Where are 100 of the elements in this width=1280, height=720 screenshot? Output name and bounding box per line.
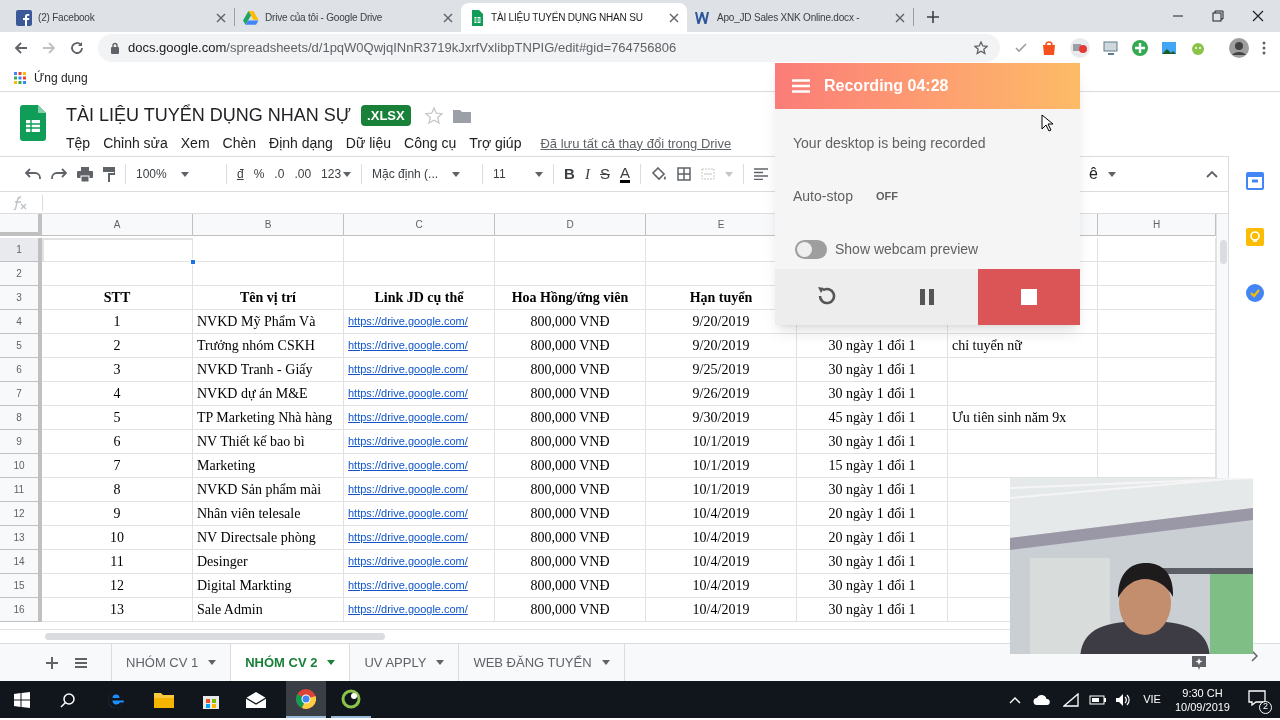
table-cell[interactable]: 15 ngày 1 đổi 1 [797, 454, 948, 478]
table-cell[interactable]: 9 [42, 502, 193, 526]
table-cell[interactable]: NV Directsale phòng [193, 526, 344, 550]
column-header[interactable]: C [344, 214, 495, 236]
table-cell[interactable]: 800,000 VNĐ [495, 502, 646, 526]
format-button[interactable]: % [253, 165, 265, 183]
table-cell[interactable]: 800,000 VNĐ [495, 574, 646, 598]
number-format-dropdown[interactable]: 123 [321, 165, 352, 183]
table-cell[interactable]: 800,000 VNĐ [495, 310, 646, 334]
table-cell[interactable]: Trưởng nhóm CSKH [193, 334, 344, 358]
link-cell[interactable]: https://drive.google.com/ [344, 574, 495, 598]
table-cell[interactable]: 800,000 VNĐ [495, 406, 646, 430]
row-header[interactable]: 1 [0, 238, 42, 262]
auto-stop-value[interactable]: OFF [875, 188, 898, 205]
table-cell[interactable]: 10/4/2019 [646, 550, 797, 574]
table-cell[interactable]: 30 ngày 1 đổi 1 [797, 358, 948, 382]
link-cell[interactable]: https://drive.google.com/ [344, 310, 495, 334]
style-button[interactable]: S [599, 162, 610, 186]
table-cell[interactable]: 30 ngày 1 đổi 1 [797, 478, 948, 502]
table-cell[interactable]: 12 [42, 574, 193, 598]
row-header[interactable]: 16 [0, 598, 42, 622]
table-cell[interactable]: Nhân viên telesale [193, 502, 344, 526]
row-header[interactable]: 2 [0, 262, 42, 286]
table-cell[interactable]: 10/4/2019 [646, 502, 797, 526]
table-cell[interactable]: 30 ngày 1 đổi 1 [797, 574, 948, 598]
header-cell[interactable]: STT [42, 286, 193, 310]
link-cell[interactable]: https://drive.google.com/ [344, 358, 495, 382]
table-cell[interactable]: 30 ngày 1 đổi 1 [797, 430, 948, 454]
style-button[interactable]: B [564, 162, 575, 186]
table-cell[interactable]: NV Thiết kế bao bì [193, 430, 344, 454]
menu-item[interactable]: Xem [180, 133, 210, 154]
row-header[interactable]: 4 [0, 310, 42, 334]
menu-item[interactable]: Tệp [66, 133, 91, 154]
link-cell[interactable]: https://drive.google.com/ [344, 478, 495, 502]
bookmark-link[interactable]: Ứng dụng [34, 68, 88, 87]
column-header[interactable]: D [495, 214, 646, 236]
link-cell[interactable]: https://drive.google.com/ [344, 406, 495, 430]
table-cell[interactable]: 20 ngày 1 đổi 1 [797, 502, 948, 526]
table-cell[interactable]: 30 ngày 1 đổi 1 [797, 550, 948, 574]
table-cell[interactable]: Digital Markting [193, 574, 344, 598]
table-cell[interactable]: 30 ngày 1 đổi 1 [797, 382, 948, 406]
style-button[interactable]: A [619, 165, 630, 183]
table-cell[interactable]: 800,000 VNĐ [495, 478, 646, 502]
toolbar-dropdown[interactable]: ê [1089, 162, 1116, 186]
table-cell[interactable]: 800,000 VNĐ [495, 598, 646, 622]
table-cell[interactable]: 10 [42, 526, 193, 550]
row-header[interactable]: 7 [0, 382, 42, 406]
link-cell[interactable]: https://drive.google.com/ [344, 526, 495, 550]
menu-item[interactable]: Công cụ [404, 133, 457, 154]
clock-date[interactable]: 10/09/2019 [1174, 699, 1230, 714]
row-header[interactable]: 13 [0, 526, 42, 550]
row-header[interactable]: 12 [0, 502, 42, 526]
table-cell[interactable]: NVKD Mỹ Phẩm Và [193, 310, 344, 334]
table-cell[interactable]: 9/25/2019 [646, 358, 797, 382]
table-cell[interactable]: 800,000 VNĐ [495, 550, 646, 574]
table-cell[interactable]: Ưu tiên sinh năm 9x [948, 406, 1098, 430]
row-header[interactable]: 9 [0, 430, 42, 454]
table-cell[interactable]: 11 [42, 550, 193, 574]
row-header[interactable]: 5 [0, 334, 42, 358]
table-cell[interactable]: NVKD Tranh - Giấy [193, 358, 344, 382]
table-cell[interactable]: 10/4/2019 [646, 598, 797, 622]
font-dropdown[interactable]: Mặc định (... [372, 165, 473, 183]
row-header[interactable]: 6 [0, 358, 42, 382]
format-button[interactable]: .00 [294, 165, 312, 183]
table-cell[interactable]: 8 [42, 478, 193, 502]
table-cell[interactable]: 800,000 VNĐ [495, 454, 646, 478]
style-button[interactable]: I [584, 162, 590, 186]
table-cell[interactable]: 10/4/2019 [646, 574, 797, 598]
row-header[interactable]: 15 [0, 574, 42, 598]
format-button[interactable]: .0 [274, 165, 285, 183]
menu-item[interactable]: Dữ liệu [345, 133, 392, 154]
address-field[interactable]: docs.google.com/spreadsheets/d/1pqW0QwjqINnR3719kJxrfVxlibpTNPIG/edit#gid=764756806 [98, 34, 1000, 62]
document-title[interactable]: TÀI LIỆU TUYỂN DỤNG NHAN SỰ [66, 102, 352, 129]
table-cell[interactable]: 13 [42, 598, 193, 622]
table-cell[interactable]: 800,000 VNĐ [495, 430, 646, 454]
browser-tab[interactable]: TÀI LIỆU TUYỂN DỤNG NHAN SU [461, 3, 687, 32]
table-cell[interactable]: 10/1/2019 [646, 478, 797, 502]
format-button[interactable]: đ [237, 165, 244, 183]
clock-time[interactable]: 9:30 CH [1182, 685, 1223, 700]
table-cell[interactable]: 30 ngày 1 đổi 1 [797, 334, 948, 358]
table-cell[interactable]: 10/1/2019 [646, 454, 797, 478]
table-cell[interactable]: NVKD Sản phẩm mài [193, 478, 344, 502]
language-indicator[interactable]: VIE [1143, 691, 1161, 708]
table-cell[interactable]: Marketing [193, 454, 344, 478]
menu-item[interactable]: Chèn [222, 133, 257, 154]
table-cell[interactable]: 800,000 VNĐ [495, 382, 646, 406]
column-header[interactable]: B [193, 214, 344, 236]
header-cell[interactable]: Hoa Hồng/ứng viên [495, 286, 646, 310]
table-cell[interactable]: 9/26/2019 [646, 382, 797, 406]
save-status-link[interactable]: Đã lưu tất cả thay đổi trong Drive [540, 133, 732, 154]
table-cell[interactable]: 20 ngày 1 đổi 1 [797, 526, 948, 550]
table-cell[interactable]: 4 [42, 382, 193, 406]
table-cell[interactable]: 45 ngày 1 đổi 1 [797, 406, 948, 430]
row-header[interactable]: 14 [0, 550, 42, 574]
column-header[interactable]: H [1098, 214, 1216, 236]
table-cell[interactable]: 6 [42, 430, 193, 454]
link-cell[interactable]: https://drive.google.com/ [344, 334, 495, 358]
row-header[interactable]: 3 [0, 286, 42, 310]
link-cell[interactable]: https://drive.google.com/ [344, 598, 495, 622]
table-cell[interactable]: 2 [42, 334, 193, 358]
